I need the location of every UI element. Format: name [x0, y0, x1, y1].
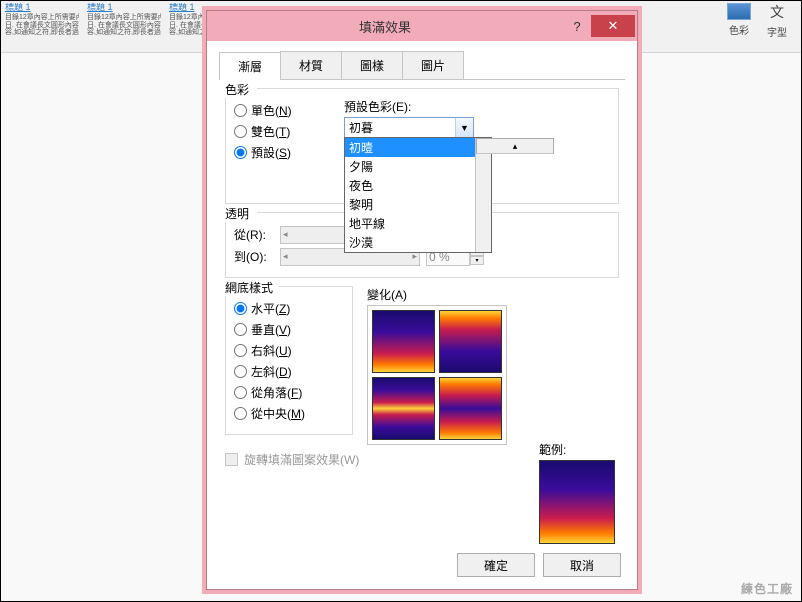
- style-preview[interactable]: 標題 1 目錄12章內容上所需要內容 日. 在會議長文圓形內容件目 容,如通知之…: [87, 3, 161, 50]
- dropdown-item[interactable]: 夕陽: [345, 157, 475, 176]
- dropdown-item[interactable]: 黎明: [345, 195, 475, 214]
- dropdown-item[interactable]: 沙漠: [345, 233, 475, 252]
- radio-diag-up[interactable]: 右斜(U): [234, 342, 344, 359]
- watermark: 練色工廠: [741, 580, 793, 597]
- close-button[interactable]: ✕: [591, 15, 635, 37]
- help-button[interactable]: ?: [563, 15, 591, 37]
- titlebar: 填滿效果 ? ✕: [207, 11, 637, 41]
- variant-4[interactable]: [439, 377, 502, 440]
- tab-texture[interactable]: 材質: [280, 51, 342, 79]
- fill-effects-dialog: 填滿效果 ? ✕ 漸層 材質 圖樣 圖片 色彩 單色(N) 雙色(T) 預設(S…: [206, 10, 638, 590]
- cancel-button[interactable]: 取消: [543, 553, 621, 577]
- fonts-button[interactable]: 文字型: [761, 3, 793, 37]
- preset-colors-label: 預設色彩(E):: [344, 98, 474, 115]
- radio-horizontal[interactable]: 水平(Z): [234, 300, 344, 317]
- radio-one-color[interactable]: 單色(N): [234, 102, 344, 119]
- radio-from-corner[interactable]: 從角落(F): [234, 384, 344, 401]
- chevron-down-icon: ▼: [455, 118, 473, 137]
- variants-grid: [367, 305, 507, 445]
- radio-two-color[interactable]: 雙色(T): [234, 123, 344, 140]
- ok-button[interactable]: 確定: [457, 553, 535, 577]
- style-preview[interactable]: 標題 1 目錄12章內容上所需要內容 日. 在會議長文圓形內容件目 容,如通知之…: [5, 3, 79, 50]
- radio-diag-down[interactable]: 左斜(D): [234, 363, 344, 380]
- tab-strip: 漸層 材質 圖樣 圖片: [219, 51, 625, 80]
- dropdown-item[interactable]: 地平線: [345, 214, 475, 233]
- dropdown-item[interactable]: 初曀: [345, 138, 475, 157]
- rotate-label: 旋轉填滿圖案效果(W): [244, 451, 359, 468]
- colors-button[interactable]: 色彩: [723, 3, 755, 37]
- to-label: 到(O):: [234, 248, 274, 265]
- tab-pattern[interactable]: 圖樣: [341, 51, 403, 79]
- tab-picture[interactable]: 圖片: [402, 51, 464, 79]
- radio-preset[interactable]: 預設(S): [234, 144, 344, 161]
- from-label: 從(R):: [234, 226, 274, 243]
- radio-from-center[interactable]: 從中央(M): [234, 405, 344, 422]
- spin-down-icon[interactable]: ▾: [470, 256, 484, 265]
- scroll-up-icon[interactable]: ▴: [476, 138, 554, 154]
- variant-1[interactable]: [372, 310, 435, 373]
- colors-group-label: 色彩: [225, 81, 253, 98]
- shading-group-label: 網底樣式: [225, 279, 277, 296]
- dropdown-item[interactable]: 夜色: [345, 176, 475, 195]
- radio-vertical[interactable]: 垂直(V): [234, 321, 344, 338]
- variant-2[interactable]: [439, 310, 502, 373]
- sample-label: 範例:: [539, 441, 615, 458]
- dialog-title: 填滿效果: [207, 17, 563, 36]
- tab-gradient[interactable]: 漸層: [219, 52, 281, 80]
- transparency-group-label: 透明: [225, 205, 253, 222]
- variant-3[interactable]: [372, 377, 435, 440]
- sample-preview: [539, 460, 615, 544]
- variants-label: 變化(A): [367, 286, 507, 303]
- scrollbar[interactable]: ▴: [475, 138, 491, 252]
- preset-colors-combo[interactable]: 初暮 ▼: [344, 117, 474, 138]
- rotate-checkbox[interactable]: [225, 453, 238, 466]
- preset-colors-dropdown: 初曀 夕陽 夜色 黎明 地平線 沙漠 ▴: [344, 137, 492, 253]
